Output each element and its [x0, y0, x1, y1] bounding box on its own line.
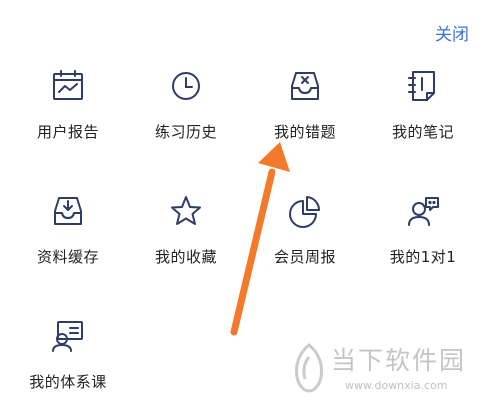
menu-item-label: 我的笔记	[391, 123, 454, 141]
menu-item-wrong-questions[interactable]: 我的错题	[245, 68, 365, 142]
menu-item-label: 练习历史	[154, 123, 217, 141]
menu-item-one-on-one[interactable]: 我的1对1	[363, 193, 483, 267]
menu-item-user-report[interactable]: 用户报告	[8, 68, 128, 142]
clock-icon	[168, 68, 204, 104]
menu-item-label: 我的1对1	[389, 248, 457, 266]
report-chart-icon	[50, 68, 86, 104]
course-screen-icon	[50, 318, 86, 354]
menu-item-label: 资料缓存	[36, 248, 99, 266]
pie-chart-icon	[287, 193, 323, 229]
inbox-x-icon	[287, 68, 323, 104]
menu-item-material-cache[interactable]: 资料缓存	[8, 193, 128, 267]
menu-item-member-weekly[interactable]: 会员周报	[245, 193, 365, 267]
notebook-icon	[405, 68, 441, 104]
menu-item-label: 我的错题	[273, 123, 336, 141]
menu-item-label: 我的体系课	[29, 373, 107, 391]
menu-item-label: 用户报告	[36, 123, 99, 141]
menu-item-system-course[interactable]: 我的体系课	[8, 318, 128, 392]
star-icon	[168, 193, 204, 229]
menu-item-label: 我的收藏	[154, 248, 217, 266]
menu-grid: 用户报告 练习历史 我的错题 我的笔记 资料缓存 我的收藏 会员周报 我的1对1…	[0, 0, 493, 409]
download-tray-icon	[50, 193, 86, 229]
menu-item-practice-history[interactable]: 练习历史	[126, 68, 246, 142]
menu-item-label: 会员周报	[273, 248, 336, 266]
menu-item-favorites[interactable]: 我的收藏	[126, 193, 246, 267]
menu-item-my-notes[interactable]: 我的笔记	[363, 68, 483, 142]
tutor-chat-icon	[405, 193, 441, 229]
